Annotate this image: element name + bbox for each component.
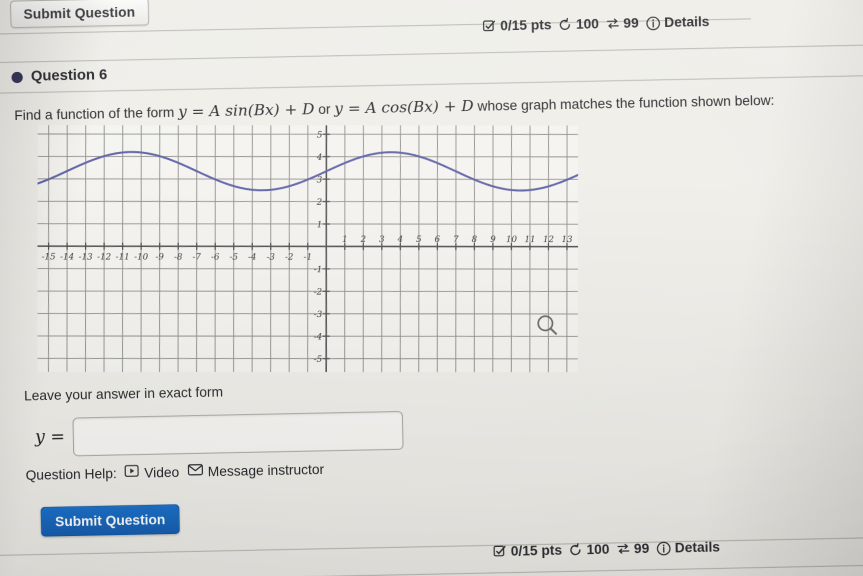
svg-text:-5: -5 (229, 253, 237, 263)
points-text-bottom: 0/15 pts (510, 542, 563, 559)
svg-text:-2: -2 (285, 253, 294, 263)
svg-text:-13: -13 (79, 252, 93, 262)
retry-icon (569, 543, 583, 557)
question-prompt: Find a function of the form y = A sin(Bx… (14, 88, 790, 127)
envelope-icon (187, 463, 203, 480)
svg-text:6: 6 (435, 235, 441, 245)
svg-text:-1: -1 (314, 265, 322, 275)
details-link-bottom[interactable]: Details (656, 539, 720, 556)
divider-question-top (0, 44, 863, 64)
prompt-formula-cosine: y = A cos(Bx) + D (334, 96, 474, 118)
svg-text:3: 3 (317, 175, 323, 185)
question-help-row: Question Help: Video Message instructor (25, 461, 324, 483)
svg-text:13: 13 (561, 235, 573, 245)
svg-text:9: 9 (490, 235, 496, 245)
svg-text:-11: -11 (116, 253, 130, 263)
attempts-text-top: 100 (575, 16, 600, 33)
points-badge-top: 0/15 pts (482, 17, 552, 34)
prompt-text-1: Find a function of the form (14, 104, 179, 123)
function-graph[interactable]: -15 -14 -13 -12 -11 -10 -9 -8 -7 -6 -5 -4 -3 -2 -1 1 2 3 4… (37, 124, 579, 373)
message-instructor-link[interactable]: Message instructor (187, 461, 324, 480)
details-label-top: Details (664, 14, 710, 31)
svg-text:-12: -12 (97, 252, 111, 262)
svg-text:-7: -7 (192, 253, 201, 263)
svg-text:1: 1 (317, 220, 323, 230)
answer-input[interactable] (72, 410, 404, 457)
details-link-top[interactable]: Details (646, 14, 710, 31)
retry-icon (558, 17, 572, 32)
svg-text:4: 4 (397, 235, 404, 245)
question-status-dot (11, 71, 23, 83)
points-badge-bottom: 0/15 pts (493, 542, 562, 559)
question-meta-bottom: 0/15 pts 100 99 Details (493, 539, 720, 559)
svg-text:11: 11 (524, 235, 535, 245)
question-help-label: Question Help: (25, 465, 117, 483)
svg-text:-3: -3 (267, 253, 276, 263)
screenshot-root: Submit Question 0/15 pts 100 99 Details … (0, 0, 863, 576)
svg-text:-9: -9 (155, 253, 164, 263)
video-help-label: Video (144, 463, 180, 480)
svg-text:3: 3 (379, 235, 385, 245)
svg-text:-15: -15 (42, 252, 56, 262)
shuffle-icon (616, 542, 630, 556)
info-icon (646, 16, 661, 31)
answer-prefix-label: y = (34, 426, 66, 448)
graph-svg: -15 -14 -13 -12 -11 -10 -9 -8 -7 -6 -5 -4 -3 -2 -11 2 3 4… (37, 124, 579, 373)
divider-bottom (0, 564, 863, 576)
checkbox-icon (493, 545, 507, 559)
page-content: Submit Question 0/15 pts 100 99 Details … (0, 0, 863, 576)
submit-question-button-bottom[interactable]: Submit Question (40, 504, 180, 537)
shuffle-icon (606, 17, 620, 31)
svg-text:-1: -1 (304, 253, 312, 263)
attempts-badge-top: 100 (558, 16, 599, 32)
question-meta-top: 0/15 pts 100 99 Details (482, 14, 710, 34)
svg-text:-14: -14 (60, 252, 74, 262)
versions-badge-top: 99 (606, 16, 639, 32)
svg-text:-2: -2 (314, 288, 323, 298)
svg-text:5: 5 (416, 235, 422, 245)
submit-question-button-top[interactable]: Submit Question (9, 0, 149, 29)
versions-text-bottom: 99 (633, 540, 650, 557)
checkbox-icon (482, 19, 497, 33)
prompt-formula-sine: y = A sin(Bx) + D (177, 99, 315, 121)
svg-text:7: 7 (453, 235, 459, 245)
svg-text:-8: -8 (174, 253, 183, 263)
svg-text:-4: -4 (248, 253, 256, 263)
svg-text:-6: -6 (211, 253, 220, 263)
svg-text:2: 2 (360, 235, 367, 245)
attempts-text-bottom: 100 (586, 541, 610, 558)
answer-row: y = (34, 410, 404, 457)
points-text-top: 0/15 pts (500, 17, 552, 34)
svg-text:-4: -4 (314, 332, 322, 342)
details-label-bottom: Details (674, 539, 721, 556)
versions-text-top: 99 (623, 15, 639, 32)
prompt-text-2: whose graph matches the function shown b… (473, 92, 775, 114)
svg-text:-3: -3 (314, 310, 323, 320)
svg-text:8: 8 (472, 235, 478, 245)
svg-text:-10: -10 (134, 253, 148, 263)
question-header: Question 6 (11, 67, 107, 85)
play-icon (124, 464, 140, 481)
svg-text:5: 5 (317, 130, 323, 140)
svg-text:-5: -5 (314, 355, 322, 365)
question-title: Question 6 (30, 67, 108, 85)
divider-bottom-top (0, 537, 863, 557)
prompt-or: or (314, 101, 335, 117)
versions-badge-bottom: 99 (616, 541, 649, 557)
svg-text:12: 12 (543, 235, 555, 245)
attempts-badge-bottom: 100 (569, 542, 610, 558)
video-help-link[interactable]: Video (124, 463, 180, 481)
svg-text:10: 10 (506, 235, 518, 245)
info-icon (656, 541, 671, 556)
message-instructor-label: Message instructor (207, 461, 325, 479)
svg-text:4: 4 (316, 153, 323, 163)
exact-form-note: Leave your answer in exact form (23, 384, 224, 404)
svg-text:2: 2 (316, 198, 323, 208)
svg-text:1: 1 (342, 235, 348, 245)
